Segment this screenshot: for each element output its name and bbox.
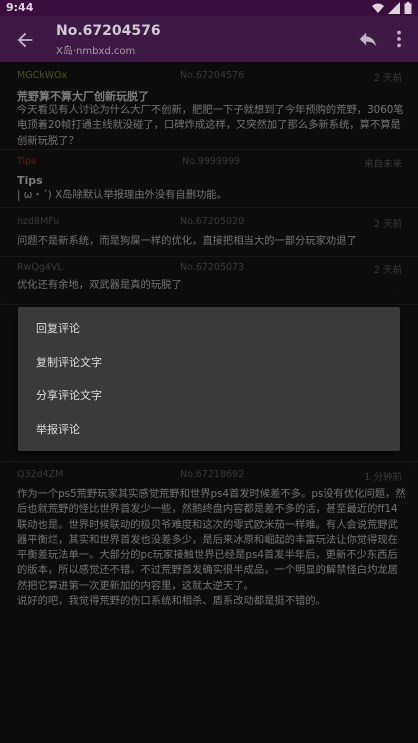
- menu-share-comment-text[interactable]: 分享评论文字: [18, 379, 400, 412]
- signal-icon: [388, 2, 400, 14]
- menu-copy-comment-text[interactable]: 复制评论文字: [18, 346, 400, 379]
- status-bar: 9:44: [0, 0, 418, 16]
- menu-reply-comment[interactable]: 回复评论: [18, 312, 400, 345]
- app-bar: No.67204576 X岛·nmbxd.com: [0, 16, 418, 62]
- more-vert-icon[interactable]: [388, 28, 410, 50]
- status-time: 9:44: [6, 1, 34, 14]
- battery-icon: [404, 2, 412, 14]
- back-arrow-icon[interactable]: [14, 29, 36, 51]
- thread-subtitle: X岛·nmbxd.com: [56, 46, 136, 57]
- menu-report-comment[interactable]: 举报评论: [18, 413, 400, 446]
- thread-title: No.67204576: [56, 23, 161, 39]
- context-menu: 回复评论 复制评论文字 分享评论文字 举报评论: [18, 307, 400, 451]
- status-icons: [372, 2, 412, 14]
- reply-icon[interactable]: [357, 28, 379, 50]
- wifi-icon: [372, 3, 384, 13]
